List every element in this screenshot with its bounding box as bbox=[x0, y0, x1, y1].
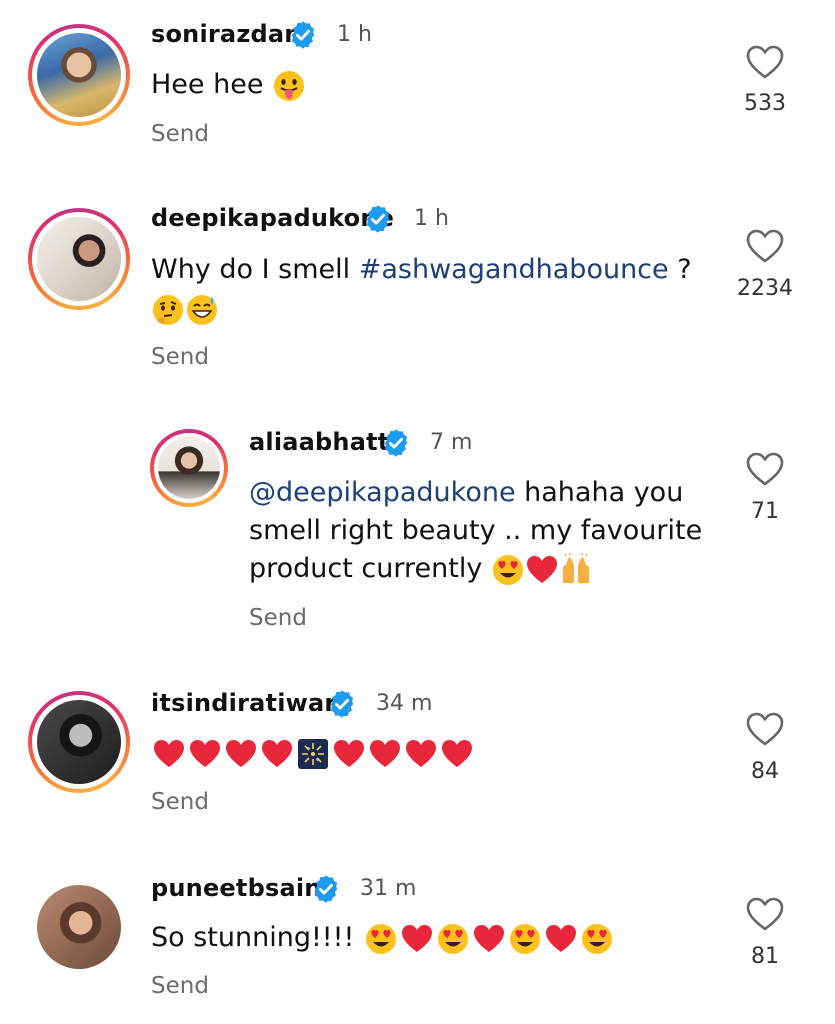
comment-time: 34 m bbox=[376, 691, 433, 716]
send-button[interactable]: Send bbox=[249, 605, 307, 631]
heart-eyes-face-icon bbox=[492, 554, 523, 585]
heart-outline-icon bbox=[746, 897, 784, 931]
like-count: 71 bbox=[751, 499, 779, 524]
heart-eyes-face-icon bbox=[581, 923, 612, 954]
avatar[interactable] bbox=[28, 208, 130, 310]
comment-text: Why do I smell #ashwagandhabounce ? bbox=[151, 254, 692, 285]
thinking-face-icon bbox=[153, 294, 183, 325]
avatar[interactable] bbox=[28, 691, 130, 793]
send-button[interactable]: Send bbox=[151, 344, 209, 370]
verified-badge-icon bbox=[366, 205, 390, 233]
red-heart-icon bbox=[401, 924, 432, 952]
send-button[interactable]: Send bbox=[151, 121, 209, 147]
red-heart-icon bbox=[226, 739, 256, 767]
verified-badge-icon bbox=[384, 429, 408, 457]
red-heart-icon bbox=[526, 555, 557, 583]
verified-badge-icon bbox=[314, 875, 338, 903]
send-button[interactable]: Send bbox=[151, 973, 209, 999]
red-heart-icon bbox=[154, 739, 184, 767]
red-heart-icon bbox=[406, 739, 436, 767]
avatar[interactable] bbox=[28, 24, 130, 126]
comment-text: Hee hee bbox=[151, 66, 306, 104]
red-heart-icon bbox=[545, 924, 576, 952]
tongue-face-icon bbox=[274, 70, 305, 101]
comment-text: So stunning!!!! bbox=[151, 919, 615, 957]
send-button[interactable]: Send bbox=[151, 789, 209, 815]
raised-hands-icon bbox=[562, 552, 589, 583]
like-button[interactable] bbox=[745, 896, 785, 932]
red-heart-icon bbox=[334, 739, 364, 767]
like-count: 533 bbox=[744, 91, 786, 116]
red-heart-icon bbox=[442, 739, 472, 767]
comment-text-line: smell right beauty .. my favourite bbox=[249, 515, 703, 546]
comment-username[interactable]: deepikapadukone bbox=[151, 204, 394, 232]
comment-emojis bbox=[151, 290, 219, 328]
comment-time: 31 m bbox=[360, 876, 417, 901]
heart-eyes-face-icon bbox=[365, 923, 396, 954]
comment-username[interactable]: itsindiratiwari bbox=[151, 689, 345, 717]
red-heart-icon bbox=[262, 739, 292, 767]
like-button[interactable] bbox=[745, 451, 785, 487]
red-heart-icon bbox=[370, 739, 400, 767]
comment-username[interactable]: aliaabhatt bbox=[249, 428, 389, 456]
heart-outline-icon bbox=[746, 229, 784, 263]
mention-link[interactable]: @deepikapadukone bbox=[249, 477, 516, 508]
comment-time: 1 h bbox=[414, 206, 449, 231]
heart-outline-icon bbox=[746, 452, 784, 486]
hashtag-link[interactable]: #ashwagandhabounce bbox=[359, 254, 669, 285]
like-button[interactable] bbox=[745, 228, 785, 264]
heart-outline-icon bbox=[746, 45, 784, 79]
like-button[interactable] bbox=[745, 44, 785, 80]
like-button[interactable] bbox=[745, 711, 785, 747]
red-heart-icon bbox=[190, 739, 220, 767]
avatar[interactable] bbox=[150, 429, 228, 507]
grinning-sweat-face-icon bbox=[187, 294, 217, 325]
red-heart-icon bbox=[473, 924, 504, 952]
comment-emojis bbox=[151, 734, 475, 772]
avatar[interactable] bbox=[28, 876, 130, 978]
heart-outline-icon bbox=[746, 712, 784, 746]
comment-text: @deepikapadukone hahaha you bbox=[249, 477, 684, 508]
verified-badge-icon bbox=[330, 690, 354, 718]
heart-eyes-face-icon bbox=[509, 923, 540, 954]
verified-badge-icon bbox=[291, 21, 315, 49]
comment-time: 7 m bbox=[430, 430, 473, 455]
like-count: 2234 bbox=[737, 276, 793, 301]
heart-eyes-face-icon bbox=[437, 923, 468, 954]
comment-text-line: product currently bbox=[249, 550, 593, 588]
comment-time: 1 h bbox=[337, 22, 372, 47]
fireworks-icon bbox=[298, 738, 328, 769]
comment-username[interactable]: puneetbsaini bbox=[151, 874, 330, 902]
like-count: 81 bbox=[751, 944, 779, 969]
like-count: 84 bbox=[751, 759, 779, 784]
comment-username[interactable]: sonirazdan bbox=[151, 20, 302, 48]
